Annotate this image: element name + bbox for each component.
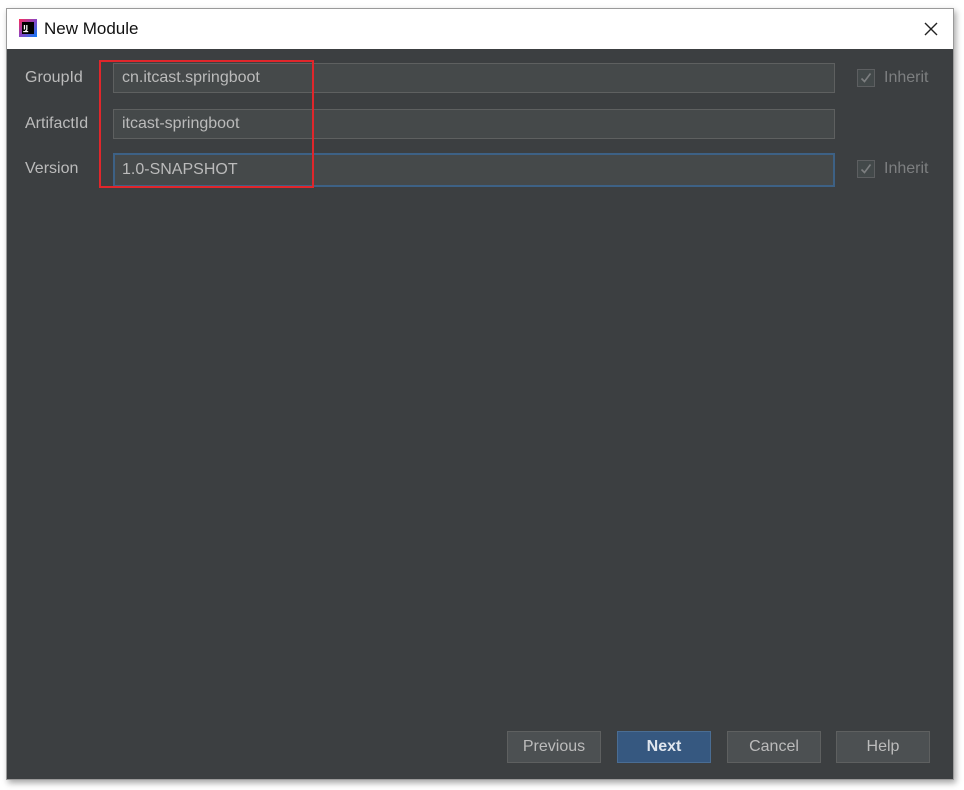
title-bar: IJ New Module — [7, 9, 953, 49]
next-button[interactable]: Next — [617, 731, 711, 763]
checkbox-checked-icon[interactable] — [857, 160, 875, 178]
version-label: Version — [25, 160, 79, 177]
cancel-button[interactable]: Cancel — [727, 731, 821, 763]
groupid-label: GroupId — [25, 69, 83, 86]
version-field[interactable] — [113, 153, 835, 187]
previous-button[interactable]: Previous — [507, 731, 601, 763]
groupid-field[interactable] — [113, 63, 835, 93]
checkbox-checked-icon[interactable] — [857, 69, 875, 87]
version-inherit-label: Inherit — [884, 160, 929, 177]
close-icon[interactable] — [921, 19, 941, 39]
help-button[interactable]: Help — [836, 731, 930, 763]
groupid-inherit-checkbox[interactable]: Inherit — [857, 69, 928, 87]
version-inherit-checkbox[interactable]: Inherit — [857, 160, 928, 178]
dialog-content: GroupId Inherit ArtifactId Version Inher… — [7, 49, 953, 779]
groupid-inherit-label: Inherit — [884, 69, 929, 86]
intellij-idea-icon: IJ — [19, 19, 37, 37]
artifactid-field[interactable] — [113, 109, 835, 139]
dialog-title: New Module — [44, 19, 139, 38]
svg-text:IJ: IJ — [23, 23, 28, 31]
new-module-dialog: IJ New Module GroupId Inherit ArtifactId… — [6, 8, 954, 780]
artifactid-label: ArtifactId — [25, 115, 89, 132]
